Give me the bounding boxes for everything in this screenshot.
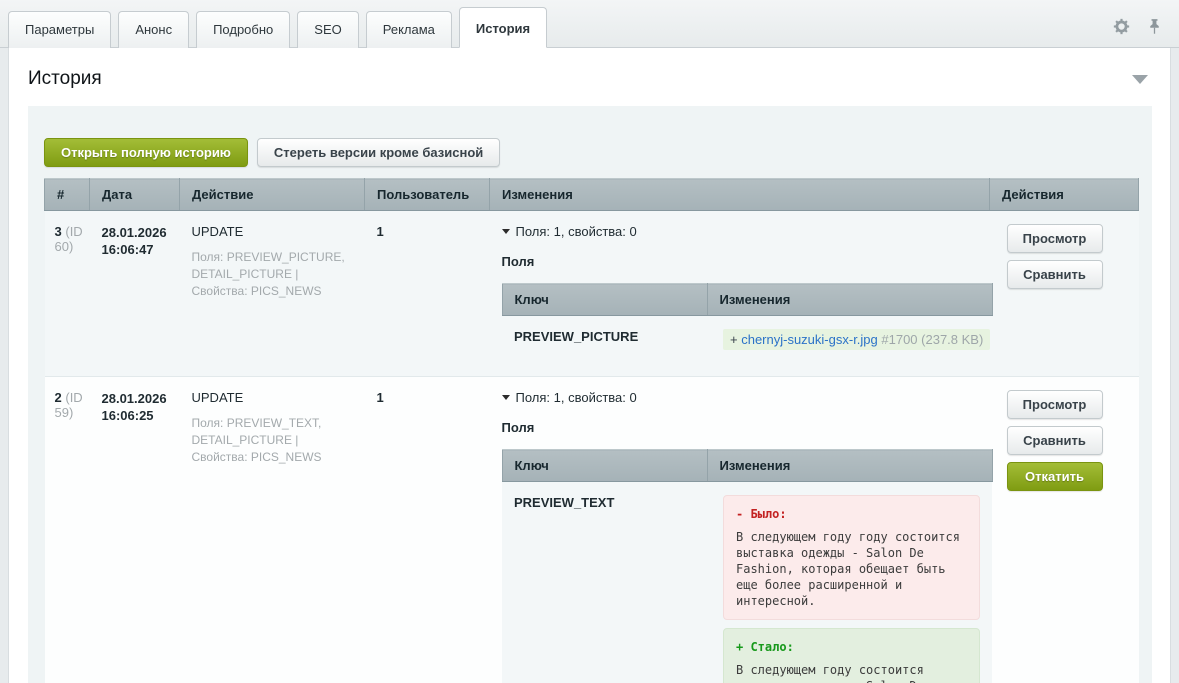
changes-summary-text: Поля: 1, свойства: 0 xyxy=(516,390,637,405)
diff-added-block: + Стало: В следующем году состоится выст… xyxy=(723,628,980,683)
chevron-down-icon[interactable] xyxy=(1132,75,1148,84)
action-cell: UPDATE Поля: PREVIEW_PICTURE, DETAIL_PIC… xyxy=(180,211,365,377)
changes-summary-toggle[interactable]: Поля: 1, свойства: 0 xyxy=(502,224,978,239)
version-number: 2 xyxy=(55,390,62,405)
history-panel: Открыть полную историю Стереть версии кр… xyxy=(28,106,1152,683)
table-row: 2 (ID 59) 28.01.2026 16:06:25 UPDATE Пол… xyxy=(45,377,1139,683)
changes-cell: Поля: 1, свойства: 0 Поля Ключ Изменения xyxy=(490,377,990,683)
changes-cell: Поля: 1, свойства: 0 Поля Ключ Изменения xyxy=(490,211,990,377)
actions-cell: Просмотр Сравнить xyxy=(990,211,1139,377)
user-id: 1 xyxy=(377,224,384,239)
inner-row: PREVIEW_PICTURE + chernyj-suzuki-gsx-r.j… xyxy=(502,316,992,364)
view-button[interactable]: Просмотр xyxy=(1007,390,1103,419)
fields-group-label: Поля xyxy=(502,420,978,435)
inner-column-changes: Изменения xyxy=(707,450,992,482)
fields-group-label: Поля xyxy=(502,254,978,269)
version-number-cell: 3 (ID 60) xyxy=(45,211,90,377)
version-datetime: 28.01.2026 16:06:47 xyxy=(102,224,168,258)
action-cell: UPDATE Поля: PREVIEW_TEXT, DETAIL_PICTUR… xyxy=(180,377,365,683)
column-header-user[interactable]: Пользователь xyxy=(365,179,490,211)
file-link[interactable]: chernyj-suzuki-gsx-r.jpg xyxy=(741,332,878,347)
history-toolbar: Открыть полную историю Стереть версии кр… xyxy=(44,138,1136,167)
version-datetime: 28.01.2026 16:06:25 xyxy=(102,390,168,424)
diff-removed-block: - Было: В следующем году году состоится … xyxy=(723,495,980,620)
inner-column-key: Ключ xyxy=(502,284,707,316)
change-key-cell: PREVIEW_TEXT xyxy=(502,482,707,683)
tab-parametry[interactable]: Параметры xyxy=(8,11,111,48)
triangle-down-icon xyxy=(502,395,510,400)
section-header: История xyxy=(9,48,1170,106)
history-section: История Открыть полную историю Стереть в… xyxy=(8,48,1171,683)
open-full-history-button[interactable]: Открыть полную историю xyxy=(44,138,248,167)
inner-row: PREVIEW_TEXT - Было: В следующем году го… xyxy=(502,482,992,683)
date-cell: 28.01.2026 16:06:47 xyxy=(90,211,180,377)
change-key-cell: PREVIEW_PICTURE xyxy=(502,316,707,364)
user-cell: 1 xyxy=(365,377,490,683)
column-header-changes[interactable]: Изменения xyxy=(490,179,990,211)
topbar-icons xyxy=(1113,18,1163,47)
action-details: Поля: PREVIEW_TEXT, DETAIL_PICTURE | Сво… xyxy=(192,415,353,466)
column-header-action[interactable]: Действие xyxy=(180,179,365,211)
compare-button[interactable]: Сравнить xyxy=(1007,260,1103,289)
pin-icon[interactable] xyxy=(1146,18,1163,35)
erase-versions-button[interactable]: Стереть версии кроме базисной xyxy=(257,138,500,167)
column-header-num[interactable]: # xyxy=(45,179,90,211)
compare-button[interactable]: Сравнить xyxy=(1007,426,1103,455)
change-key: PREVIEW_PICTURE xyxy=(514,329,638,344)
changes-inner-table: Ключ Изменения PREVIEW_PICTURE xyxy=(502,283,993,363)
inner-header-row: Ключ Изменения xyxy=(502,450,992,482)
triangle-down-icon xyxy=(502,229,510,234)
column-header-actions[interactable]: Действия xyxy=(990,179,1139,211)
version-number-cell: 2 (ID 59) xyxy=(45,377,90,683)
history-table: # Дата Действие Пользователь Изменения Д… xyxy=(44,178,1139,683)
gear-icon[interactable] xyxy=(1113,18,1130,35)
actions-cell: Просмотр Сравнить Откатить xyxy=(990,377,1139,683)
version-number: 3 xyxy=(55,224,62,239)
change-value-cell: - Было: В следующем году году состоится … xyxy=(707,482,992,683)
user-id: 1 xyxy=(377,390,384,405)
table-header-row: # Дата Действие Пользователь Изменения Д… xyxy=(45,179,1139,211)
change-value-cell: + chernyj-suzuki-gsx-r.jpg #1700 (237.8 … xyxy=(707,316,992,364)
tab-istoriya[interactable]: История xyxy=(459,7,547,48)
tabs: Параметры Анонс Подробно SEO Реклама Ист… xyxy=(8,7,547,47)
changes-summary-text: Поля: 1, свойства: 0 xyxy=(516,224,637,239)
tab-anons[interactable]: Анонс xyxy=(118,11,189,48)
action-type: UPDATE xyxy=(192,224,353,239)
file-meta: #1700 (237.8 KB) xyxy=(881,332,983,347)
diff-added-text: В следующем году состоится выставка одеж… xyxy=(736,662,967,683)
inner-column-key: Ключ xyxy=(502,450,707,482)
change-key: PREVIEW_TEXT xyxy=(514,495,614,510)
page-title: История xyxy=(28,68,102,90)
tab-bar: Параметры Анонс Подробно SEO Реклама Ист… xyxy=(0,0,1179,48)
view-button[interactable]: Просмотр xyxy=(1007,224,1103,253)
file-added-sign: + xyxy=(730,332,738,347)
changes-inner-table: Ключ Изменения PREVIEW_TEXT xyxy=(502,449,993,683)
changes-summary-toggle[interactable]: Поля: 1, свойства: 0 xyxy=(502,390,978,405)
diff-added-label: + Стало: xyxy=(736,639,967,655)
inner-column-changes: Изменения xyxy=(707,284,992,316)
action-type: UPDATE xyxy=(192,390,353,405)
diff-removed-label: - Было: xyxy=(736,506,967,522)
diff-removed-text: В следующем году году состоится выставка… xyxy=(736,529,967,609)
rollback-button[interactable]: Откатить xyxy=(1007,462,1103,491)
date-cell: 28.01.2026 16:06:25 xyxy=(90,377,180,683)
user-cell: 1 xyxy=(365,211,490,377)
column-header-date[interactable]: Дата xyxy=(90,179,180,211)
tab-podrobno[interactable]: Подробно xyxy=(196,11,290,48)
action-details: Поля: PREVIEW_PICTURE, DETAIL_PICTURE | … xyxy=(192,249,353,300)
tab-seo[interactable]: SEO xyxy=(297,11,358,48)
tab-reklama[interactable]: Реклама xyxy=(366,11,452,48)
file-change-chip: + chernyj-suzuki-gsx-r.jpg #1700 (237.8 … xyxy=(723,329,990,350)
inner-header-row: Ключ Изменения xyxy=(502,284,992,316)
table-row: 3 (ID 60) 28.01.2026 16:06:47 UPDATE Пол… xyxy=(45,211,1139,377)
